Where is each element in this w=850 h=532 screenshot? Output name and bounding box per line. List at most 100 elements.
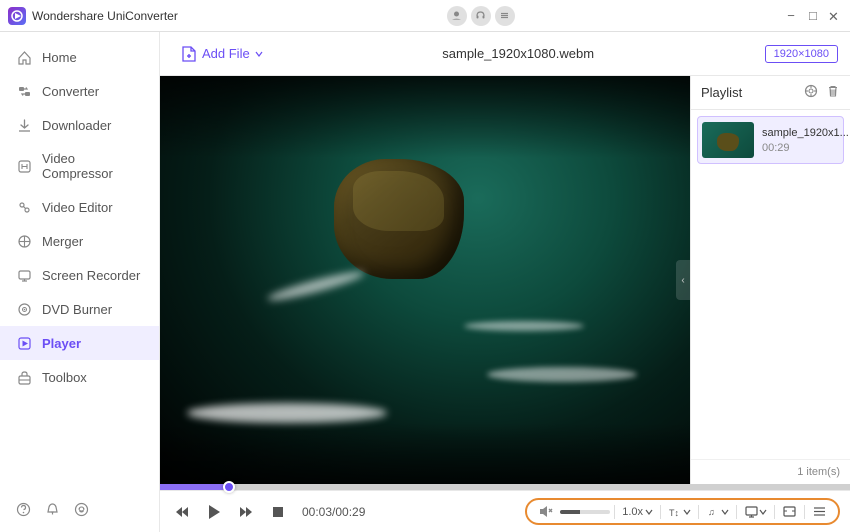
playlist-items: sample_1920x1... 00:29 bbox=[691, 110, 850, 459]
maximize-button[interactable]: □ bbox=[806, 9, 820, 23]
sidebar-item-toolbox[interactable]: Toolbox bbox=[0, 360, 159, 394]
sidebar-item-player[interactable]: Player bbox=[0, 326, 159, 360]
playlist-header-icons bbox=[804, 84, 840, 101]
top-toolbar: Add File sample_1920x1080.webm 1920×1080 bbox=[160, 32, 850, 76]
hamburger-menu-icon[interactable] bbox=[495, 6, 515, 26]
file-title: sample_1920x1080.webm bbox=[284, 46, 753, 61]
wave-foam-1 bbox=[187, 403, 387, 423]
playlist-header: Playlist bbox=[691, 76, 850, 110]
minimize-button[interactable]: − bbox=[784, 9, 798, 23]
sidebar-item-converter[interactable]: Converter bbox=[0, 74, 159, 108]
video-display bbox=[160, 76, 690, 484]
resolution-badge: 1920×1080 bbox=[765, 45, 838, 63]
divider-5 bbox=[774, 505, 775, 519]
playlist-item-info: sample_1920x1... 00:29 bbox=[762, 122, 849, 158]
ocean-top-gradient bbox=[160, 76, 690, 158]
playlist-item[interactable]: sample_1920x1... 00:29 bbox=[697, 116, 844, 164]
stop-button[interactable] bbox=[266, 500, 290, 524]
audio-arrow bbox=[721, 508, 729, 516]
headset-icon[interactable] bbox=[471, 6, 491, 26]
playlist-thumbnail bbox=[702, 122, 754, 158]
close-button[interactable]: ✕ bbox=[828, 9, 842, 23]
divider-3 bbox=[698, 505, 699, 519]
video-container: ‹ bbox=[160, 76, 690, 484]
sidebar-label-toolbox: Toolbox bbox=[42, 370, 87, 385]
app-body: Home Converter Downloader Video Compress… bbox=[0, 32, 850, 532]
sidebar-item-screen-recorder[interactable]: Screen Recorder bbox=[0, 258, 159, 292]
sidebar-label-merger: Merger bbox=[42, 234, 83, 249]
speed-button[interactable]: 1.0x bbox=[619, 504, 656, 520]
sidebar-label-player: Player bbox=[42, 336, 81, 351]
sidebar-nav: Home Converter Downloader Video Compress… bbox=[0, 40, 159, 394]
main-content: Add File sample_1920x1080.webm 1920×1080 bbox=[160, 32, 850, 532]
playlist-settings-icon[interactable] bbox=[804, 84, 818, 101]
subtitle-arrow bbox=[683, 508, 691, 516]
window-controls: − □ ✕ bbox=[784, 9, 842, 23]
screen-icon bbox=[744, 504, 759, 519]
playlist-toggle-button[interactable] bbox=[809, 502, 830, 521]
sidebar-label-dvd-burner: DVD Burner bbox=[42, 302, 112, 317]
rewind-button[interactable] bbox=[170, 500, 194, 524]
wave-foam-4 bbox=[464, 321, 584, 331]
add-file-label: Add File bbox=[202, 46, 250, 61]
add-file-button[interactable]: Add File bbox=[172, 41, 272, 67]
right-controls-group: 1.0x T↕ ♫ bbox=[525, 498, 840, 525]
sidebar-item-merger[interactable]: Merger bbox=[0, 224, 159, 258]
control-bar: 00:03/00:29 1.0x T↕ bbox=[160, 490, 850, 532]
dvd-burner-icon bbox=[16, 301, 32, 317]
audio-icon: ♫ bbox=[706, 504, 721, 519]
volume-slider[interactable] bbox=[560, 510, 610, 514]
notification-icon[interactable] bbox=[45, 502, 60, 520]
progress-handle[interactable] bbox=[223, 481, 235, 493]
ocean-bottom-gradient bbox=[160, 423, 690, 484]
wave-foam-3 bbox=[266, 267, 366, 304]
sidebar-bottom bbox=[0, 490, 159, 532]
sidebar-label-converter: Converter bbox=[42, 84, 99, 99]
sidebar-item-home[interactable]: Home bbox=[0, 40, 159, 74]
wave-foam-2 bbox=[487, 367, 637, 382]
subtitle-icon: T↕ bbox=[668, 504, 683, 519]
sidebar: Home Converter Downloader Video Compress… bbox=[0, 32, 160, 532]
thumb-rock bbox=[717, 133, 739, 151]
subtitle-button[interactable]: T↕ bbox=[665, 502, 694, 521]
screen-recorder-icon bbox=[16, 267, 32, 283]
divider-6 bbox=[804, 505, 805, 519]
sidebar-label-home: Home bbox=[42, 50, 77, 65]
sidebar-item-downloader[interactable]: Downloader bbox=[0, 108, 159, 142]
title-bar-left: Wondershare UniConverter bbox=[8, 7, 178, 25]
screen-button[interactable] bbox=[741, 502, 770, 521]
sidebar-item-dvd-burner[interactable]: DVD Burner bbox=[0, 292, 159, 326]
divider-2 bbox=[660, 505, 661, 519]
playlist-delete-icon[interactable] bbox=[826, 84, 840, 101]
feedback-icon[interactable] bbox=[74, 502, 89, 520]
rock-element bbox=[334, 159, 464, 279]
aspect-button[interactable] bbox=[779, 502, 800, 521]
title-bar: Wondershare UniConverter − □ ✕ bbox=[0, 0, 850, 32]
user-avatar-icon[interactable] bbox=[447, 6, 467, 26]
playlist-panel: Playlist bbox=[690, 76, 850, 484]
collapse-playlist-handle[interactable]: ‹ bbox=[676, 260, 690, 300]
mute-button[interactable] bbox=[535, 502, 556, 521]
svg-text:T↕: T↕ bbox=[669, 508, 679, 518]
progress-bar[interactable] bbox=[160, 484, 850, 490]
playlist-item-duration: 00:29 bbox=[762, 142, 849, 154]
sidebar-label-video-editor: Video Editor bbox=[42, 200, 113, 215]
add-file-icon bbox=[180, 45, 198, 63]
home-icon bbox=[16, 49, 32, 65]
sidebar-label-screen-recorder: Screen Recorder bbox=[42, 268, 140, 283]
divider-1 bbox=[614, 505, 615, 519]
merger-icon bbox=[16, 233, 32, 249]
speed-dropdown-arrow bbox=[645, 508, 653, 516]
audio-button[interactable]: ♫ bbox=[703, 502, 732, 521]
app-title: Wondershare UniConverter bbox=[32, 9, 178, 23]
help-icon[interactable] bbox=[16, 502, 31, 520]
add-file-dropdown-arrow bbox=[254, 49, 264, 59]
sidebar-item-video-editor[interactable]: Video Editor bbox=[0, 190, 159, 224]
player-icon bbox=[16, 335, 32, 351]
svg-text:♫: ♫ bbox=[708, 507, 715, 517]
converter-icon bbox=[16, 83, 32, 99]
play-button[interactable] bbox=[202, 500, 226, 524]
sidebar-item-video-compressor[interactable]: Video Compressor bbox=[0, 142, 159, 190]
app-logo bbox=[8, 7, 26, 25]
forward-button[interactable] bbox=[234, 500, 258, 524]
